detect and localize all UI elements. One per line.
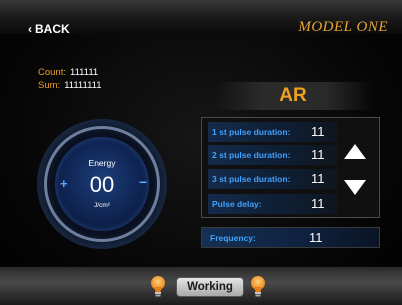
working-status-button[interactable]: Working [176, 277, 244, 297]
energy-decrease-button[interactable]: − [139, 174, 147, 190]
counters: Count: 111111 Sum: 11111111 [38, 66, 102, 92]
energy-dial[interactable]: Energy 00 J/cm² + − [37, 119, 167, 249]
energy-value: 00 [89, 172, 115, 197]
frequency-value: 11 [309, 230, 323, 245]
param-label: 2 st pulse duration: [212, 150, 291, 160]
param-value: 11 [311, 196, 325, 211]
frequency-label: Frequency: [210, 233, 256, 243]
back-label: BACK [35, 22, 70, 36]
mode-title: AR [214, 82, 372, 110]
model-name: MODEL ONE [298, 19, 388, 35]
count-row: Count: 111111 [38, 66, 102, 79]
sum-row: Sum: 11111111 [38, 79, 102, 92]
chevron-left-icon: ‹ [28, 22, 32, 36]
param-label: Pulse delay: [212, 199, 262, 209]
arrow-up-icon[interactable] [344, 144, 366, 159]
back-button[interactable]: ‹ BACK [28, 22, 70, 36]
count-label: Count: [38, 67, 66, 78]
params-panel: 1 st pulse duration: 11 2 st pulse durat… [201, 117, 380, 218]
sum-label: Sum: [38, 80, 61, 91]
param-value: 11 [311, 171, 325, 186]
energy-label: Energy [88, 158, 116, 168]
energy-increase-button[interactable]: + [60, 176, 68, 191]
energy-unit: J/cm² [94, 202, 110, 209]
param-value: 11 [311, 124, 325, 139]
param-row-pulse-delay[interactable]: Pulse delay: 11 [208, 194, 338, 214]
count-value: 111111 [70, 67, 99, 78]
sum-value: 11111111 [64, 80, 102, 91]
param-row-pulse-1[interactable]: 1 st pulse duration: 11 [208, 122, 338, 142]
device-screen: ‹ BACK MODEL ONE Count: 111111 Sum: 1111111… [0, 0, 402, 305]
param-value: 11 [311, 147, 325, 162]
lightbulb-icon [251, 276, 265, 297]
param-label: 1 st pulse duration: [212, 127, 291, 137]
frequency-row[interactable]: Frequency: 11 [201, 227, 380, 248]
lightbulb-icon [151, 276, 165, 297]
param-label: 3 st pulse duration: [212, 174, 291, 184]
param-row-pulse-2[interactable]: 2 st pulse duration: 11 [208, 145, 338, 165]
param-row-pulse-3[interactable]: 3 st pulse duration: 11 [208, 169, 338, 189]
arrow-down-icon[interactable] [344, 180, 366, 195]
